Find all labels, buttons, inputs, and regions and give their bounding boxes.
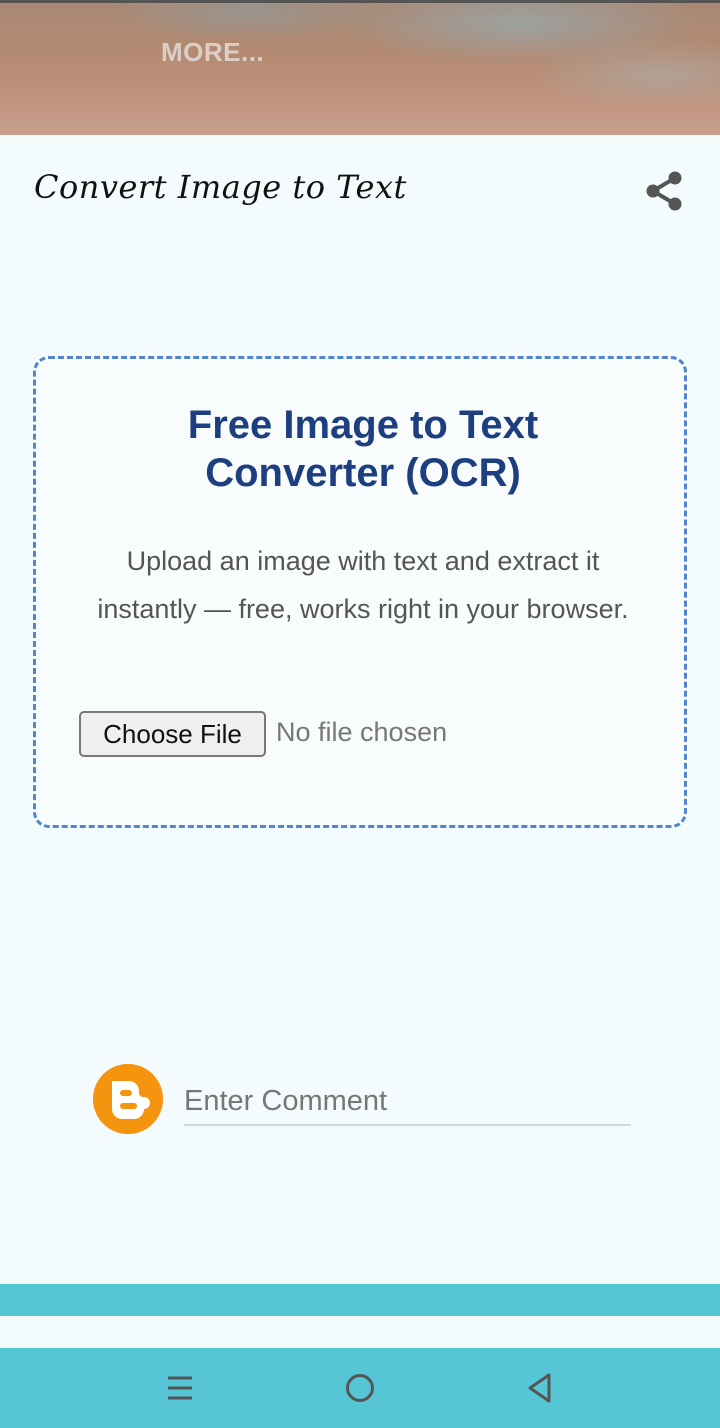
comment-area <box>93 1064 633 1134</box>
page-title: Convert Image to Text <box>34 168 407 206</box>
share-icon[interactable] <box>644 170 684 212</box>
file-status-text: No file chosen <box>276 717 448 747</box>
comment-input[interactable] <box>184 1078 631 1126</box>
more-link[interactable]: MORE... <box>161 37 264 68</box>
card-description: Upload an image with text and extract it… <box>97 546 629 624</box>
system-navigation-bar <box>0 1348 720 1428</box>
card-heading-line-1: Free Image to Text <box>187 403 539 447</box>
home-icon[interactable] <box>336 1364 384 1412</box>
ocr-upload-card: Free Image to Text Converter (OCR) Uploa… <box>33 356 687 828</box>
footer-gap <box>0 1316 720 1348</box>
card-heading: Free Image to Text Converter (OCR) <box>36 401 690 497</box>
back-icon[interactable] <box>516 1364 564 1412</box>
header-banner-image: MORE... <box>0 0 720 135</box>
blogger-icon <box>93 1064 163 1134</box>
choose-file-button[interactable]: Choose File <box>79 711 266 757</box>
footer-band <box>0 1284 720 1316</box>
card-heading-line-2: Converter (OCR) <box>205 451 521 495</box>
menu-icon[interactable] <box>156 1364 204 1412</box>
